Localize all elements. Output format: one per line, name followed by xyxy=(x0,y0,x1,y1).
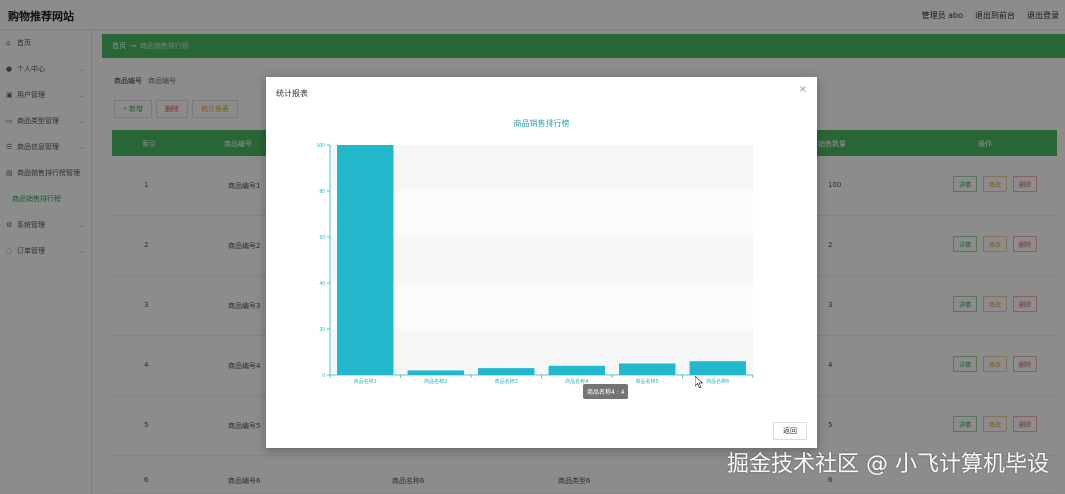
chart-tooltip: 商品名称4 : 4 xyxy=(583,384,629,399)
bar xyxy=(689,361,746,375)
y-tick-label: 20 xyxy=(319,327,325,333)
mouse-cursor-icon xyxy=(695,376,703,388)
x-tick-label: 商品名称2 xyxy=(424,378,447,385)
stats-modal: 统计报表 × 商品销售排行榜 0 20 40 60 80 100 商品名称1 商品名称2 商品名… xyxy=(266,77,817,448)
bar xyxy=(478,368,535,375)
x-tick-label: 商品名称3 xyxy=(495,378,518,385)
grid-band xyxy=(330,145,753,191)
y-tick-label: 60 xyxy=(319,235,325,241)
bar xyxy=(337,145,394,375)
x-tick-label: 商品名称1 xyxy=(354,378,377,385)
grid-band xyxy=(330,191,753,237)
bar xyxy=(548,365,605,375)
y-tick-label: 80 xyxy=(319,189,325,195)
bar xyxy=(619,363,676,375)
grid-band xyxy=(330,237,753,283)
bar xyxy=(407,370,464,375)
y-tick-label: 100 xyxy=(317,143,326,149)
y-tick-label: 40 xyxy=(319,281,325,287)
back-button[interactable]: 返回 xyxy=(773,422,807,440)
grid-band xyxy=(330,283,753,329)
x-tick-label: 商品名称5 xyxy=(636,378,659,385)
bar-chart: 020406080100商品名称1 商品名称2 商品名称3 商品名称4 商品名称5 商品名… xyxy=(317,143,754,385)
y-tick-label: 0 xyxy=(322,373,325,379)
watermark: 掘金技术社区 @ 小飞计算机毕设 xyxy=(727,452,1049,477)
x-tick-label: 商品名称6 xyxy=(706,378,729,385)
